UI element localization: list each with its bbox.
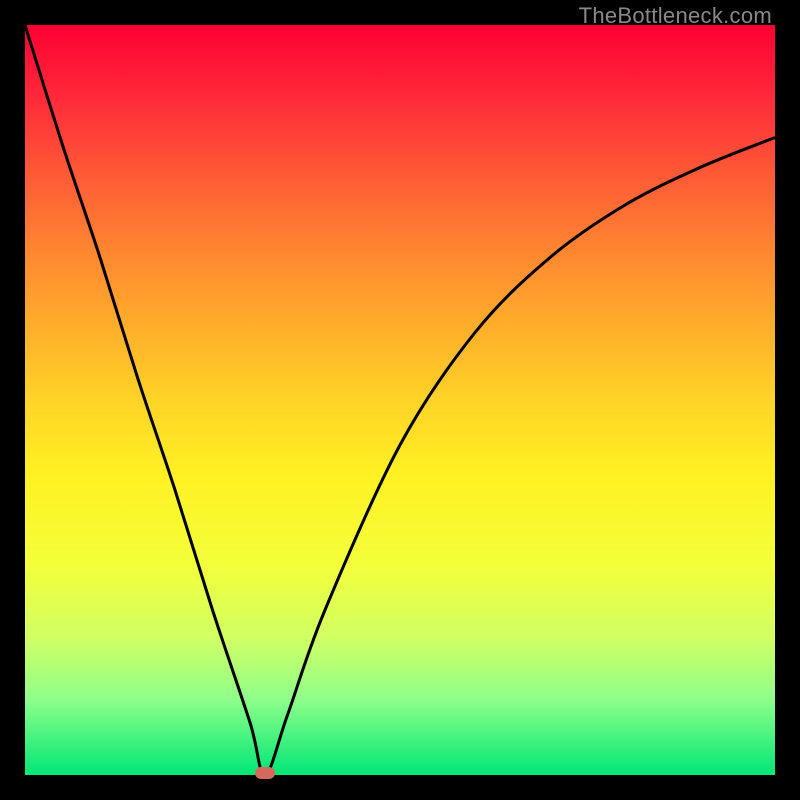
curve-path <box>25 25 775 775</box>
bottleneck-curve <box>25 25 775 775</box>
optimal-marker <box>255 767 275 779</box>
